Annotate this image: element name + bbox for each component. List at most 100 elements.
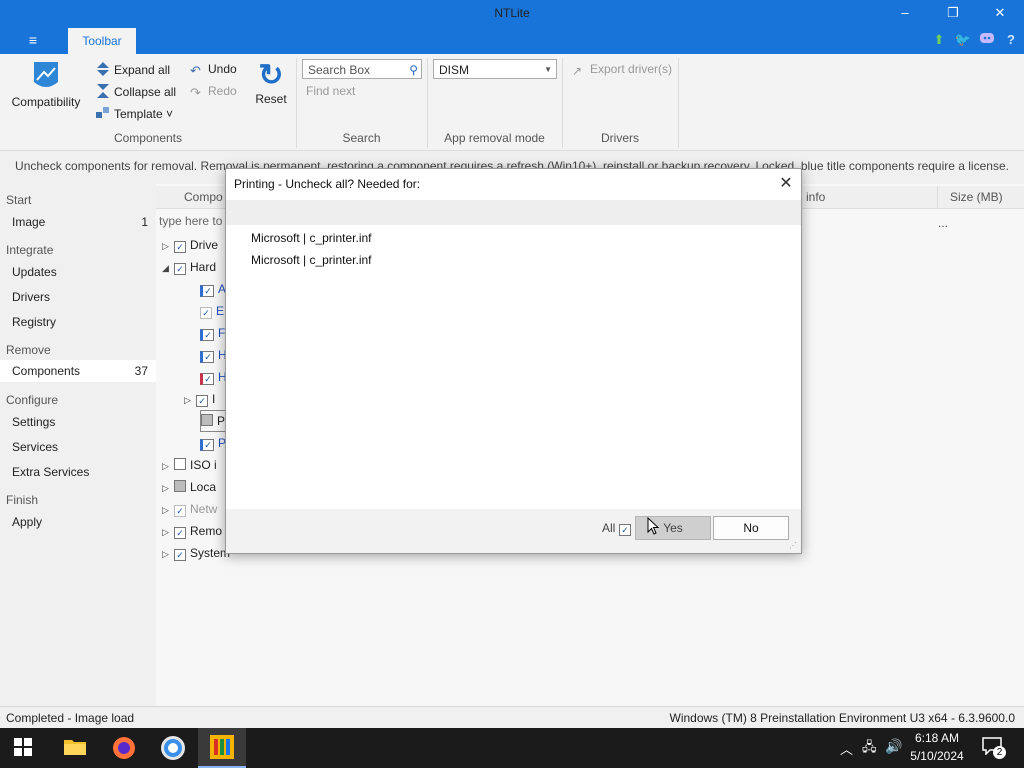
checkbox[interactable] <box>200 351 214 363</box>
expand-arrow-icon[interactable]: ▷ <box>162 477 174 499</box>
sidebar-item-settings[interactable]: Settings <box>0 411 156 433</box>
checkbox[interactable] <box>200 439 214 451</box>
firefox-app[interactable] <box>112 736 136 763</box>
tree-row[interactable]: ▷ ISO i <box>162 454 217 476</box>
search-input[interactable]: Search Box ⚲ <box>302 59 422 79</box>
tree-row[interactable]: H <box>200 366 227 388</box>
template-button[interactable]: Template ˅ <box>96 106 173 121</box>
tree-row[interactable]: A <box>200 278 226 300</box>
resize-grip-icon[interactable]: ⋰ <box>789 541 799 551</box>
checkbox[interactable] <box>200 307 212 319</box>
sidebar-item-registry[interactable]: Registry <box>0 311 156 333</box>
expand-all-button[interactable]: Expand all <box>96 62 170 77</box>
sidebar-item-components[interactable]: Components 37 <box>0 360 156 382</box>
twitter-icon[interactable]: 🐦 <box>954 31 972 49</box>
sidebar-item-label: Apply <box>12 515 43 529</box>
app-removal-mode-select[interactable]: DISM ▼ <box>433 59 557 79</box>
collapse-arrow-icon[interactable]: ◢ <box>162 257 174 279</box>
minimize-button[interactable]: – <box>882 4 928 24</box>
checkbox[interactable] <box>196 395 208 407</box>
checkbox[interactable] <box>619 524 631 536</box>
export-drivers-button[interactable]: ↗ Export driver(s) <box>572 62 672 78</box>
clock-date[interactable]: 5/10/2024 <box>902 749 972 763</box>
sidebar-heading-finish: Finish <box>6 493 39 507</box>
tray-chevron-icon[interactable]: ︿ <box>840 739 853 758</box>
checkbox[interactable] <box>200 329 214 341</box>
folder-icon <box>64 740 86 755</box>
tree-row[interactable]: ▷ Netw <box>162 498 217 520</box>
sidebar-item-updates[interactable]: Updates <box>0 261 156 283</box>
checkbox[interactable] <box>174 458 186 470</box>
tree-row[interactable]: ▷I <box>184 388 215 410</box>
clock-time[interactable]: 6:18 AM <box>902 731 972 745</box>
checkbox[interactable] <box>200 373 214 385</box>
help-icon[interactable]: ? <box>1002 31 1020 49</box>
filter-input[interactable]: type here to <box>159 214 222 228</box>
expand-arrow-icon[interactable]: ▷ <box>162 521 174 543</box>
find-next-button[interactable]: Find next <box>306 84 355 98</box>
chrome-app[interactable] <box>160 735 186 764</box>
tree-row[interactable]: E <box>200 300 224 322</box>
tree-row[interactable]: ▷ Loca <box>162 476 216 498</box>
dialog-close-button[interactable]: ✕ <box>774 174 798 194</box>
column-size[interactable]: Size (MB) <box>950 186 1003 208</box>
tree-row[interactable]: ▷ Remo <box>162 520 222 542</box>
close-button[interactable]: ✕ <box>977 4 1023 24</box>
tab-toolbar[interactable]: Toolbar <box>68 28 136 54</box>
no-button[interactable]: No <box>713 516 789 540</box>
tree-row[interactable]: ▷ Drive <box>162 234 218 256</box>
redo-button[interactable]: ↷ Redo <box>190 84 237 100</box>
file-explorer-app[interactable] <box>64 737 86 760</box>
checkbox[interactable] <box>174 480 186 492</box>
volume-icon[interactable]: 🔊 <box>885 738 902 755</box>
checkbox[interactable] <box>201 414 213 426</box>
all-checkbox[interactable] <box>619 521 635 536</box>
column-info[interactable]: info <box>806 186 825 208</box>
checkbox[interactable] <box>174 241 186 253</box>
chrome-icon <box>161 736 185 760</box>
undo-button[interactable]: ↶ Undo <box>190 62 237 78</box>
discord-icon[interactable] <box>978 31 996 49</box>
checkbox[interactable] <box>174 505 186 517</box>
tree-row[interactable]: F <box>200 322 225 344</box>
window-title: NTLite <box>494 6 530 20</box>
checkbox[interactable] <box>174 263 186 275</box>
expand-arrow-icon[interactable]: ▷ <box>162 499 174 521</box>
column-component[interactable]: Compo <box>184 186 223 208</box>
tree-row[interactable]: H <box>200 344 227 366</box>
checkbox[interactable] <box>200 285 214 297</box>
search-icon[interactable]: ⚲ <box>409 60 418 80</box>
network-icon[interactable]: 🖧 <box>862 738 877 760</box>
checkbox[interactable] <box>174 527 186 539</box>
restore-button[interactable]: ❐ <box>930 4 976 24</box>
reset-button[interactable]: ↻ Reset <box>252 60 290 107</box>
expand-arrow-icon[interactable]: ▷ <box>162 543 174 565</box>
hamburger-menu-icon[interactable]: ≡ <box>24 32 42 50</box>
collapse-all-button[interactable]: Collapse all <box>96 84 176 99</box>
ntlite-app-active[interactable] <box>198 728 246 768</box>
firefox-icon <box>113 737 135 759</box>
notification-center-button[interactable]: 2 <box>982 737 1006 759</box>
expand-arrow-icon[interactable]: ▷ <box>184 389 196 411</box>
collapse-all-label: Collapse all <box>114 85 177 99</box>
status-bar: Completed - Image load Windows (TM) 8 Pr… <box>0 706 1024 729</box>
sidebar-item-services[interactable]: Services <box>0 436 156 458</box>
sidebar-item-extra-services[interactable]: Extra Services <box>0 461 156 483</box>
start-button[interactable] <box>14 738 32 759</box>
update-icon[interactable]: ⬆ <box>930 31 948 49</box>
tree-row-label: System <box>190 546 231 560</box>
tree-row[interactable]: P <box>200 432 226 454</box>
sidebar-heading-integrate: Integrate <box>6 243 54 257</box>
status-right: Windows (TM) 8 Preinstallation Environme… <box>669 711 1016 725</box>
tree-row[interactable]: ◢ Hard <box>162 256 216 278</box>
sidebar-item-image[interactable]: Image 1 <box>0 211 156 233</box>
compatibility-button[interactable]: Compatibility <box>10 60 82 109</box>
sidebar-item-apply[interactable]: Apply <box>0 511 156 533</box>
more-ellipsis[interactable]: ... <box>938 216 948 230</box>
sidebar-item-drivers[interactable]: Drivers <box>0 286 156 308</box>
expand-all-label: Expand all <box>114 63 171 77</box>
expand-arrow-icon[interactable]: ▷ <box>162 455 174 477</box>
checkbox[interactable] <box>174 549 186 561</box>
expand-arrow-icon[interactable]: ▷ <box>162 235 174 257</box>
tree-row[interactable]: ▷ System <box>162 542 230 564</box>
